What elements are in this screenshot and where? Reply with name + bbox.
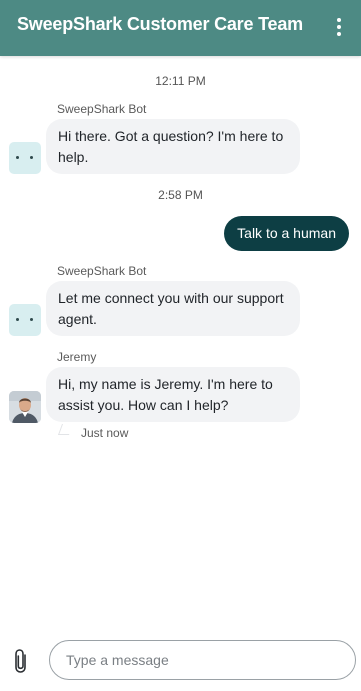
sender-name: SweepShark Bot	[57, 102, 147, 116]
sender-name: Jeremy	[57, 350, 97, 364]
message-text: Let me connect you with our support agen…	[58, 290, 284, 327]
bot-avatar	[9, 142, 41, 174]
more-options-button[interactable]	[331, 14, 347, 40]
message-timestamp: 12:11 PM	[155, 74, 206, 88]
message-text: Talk to a human	[237, 225, 336, 241]
message-status: Just now	[81, 426, 129, 440]
message-timestamp: 2:58 PM	[158, 188, 203, 202]
chat-title: SweepShark Customer Care Team	[17, 14, 303, 34]
bot-avatar	[9, 304, 41, 336]
message-text: Hi, my name is Jeremy. I'm here to assis…	[58, 376, 273, 413]
bot-message-bubble: Let me connect you with our support agen…	[46, 281, 300, 336]
more-vertical-icon	[337, 18, 341, 22]
paperclip-icon	[15, 649, 26, 673]
chat-header: SweepShark Customer Care Team	[0, 0, 361, 56]
attach-button[interactable]	[12, 648, 30, 674]
message-input[interactable]	[49, 640, 356, 680]
sender-name: SweepShark Bot	[57, 264, 147, 278]
message-text: Hi there. Got a question? I'm here to he…	[58, 128, 284, 165]
agent-avatar	[9, 391, 41, 423]
agent-photo	[9, 391, 41, 423]
bot-message-bubble: Hi there. Got a question? I'm here to he…	[46, 119, 300, 174]
read-receipt-icon	[57, 424, 74, 435]
agent-message-bubble: Hi, my name is Jeremy. I'm here to assis…	[46, 367, 300, 422]
user-message-bubble[interactable]: Talk to a human	[224, 216, 349, 251]
